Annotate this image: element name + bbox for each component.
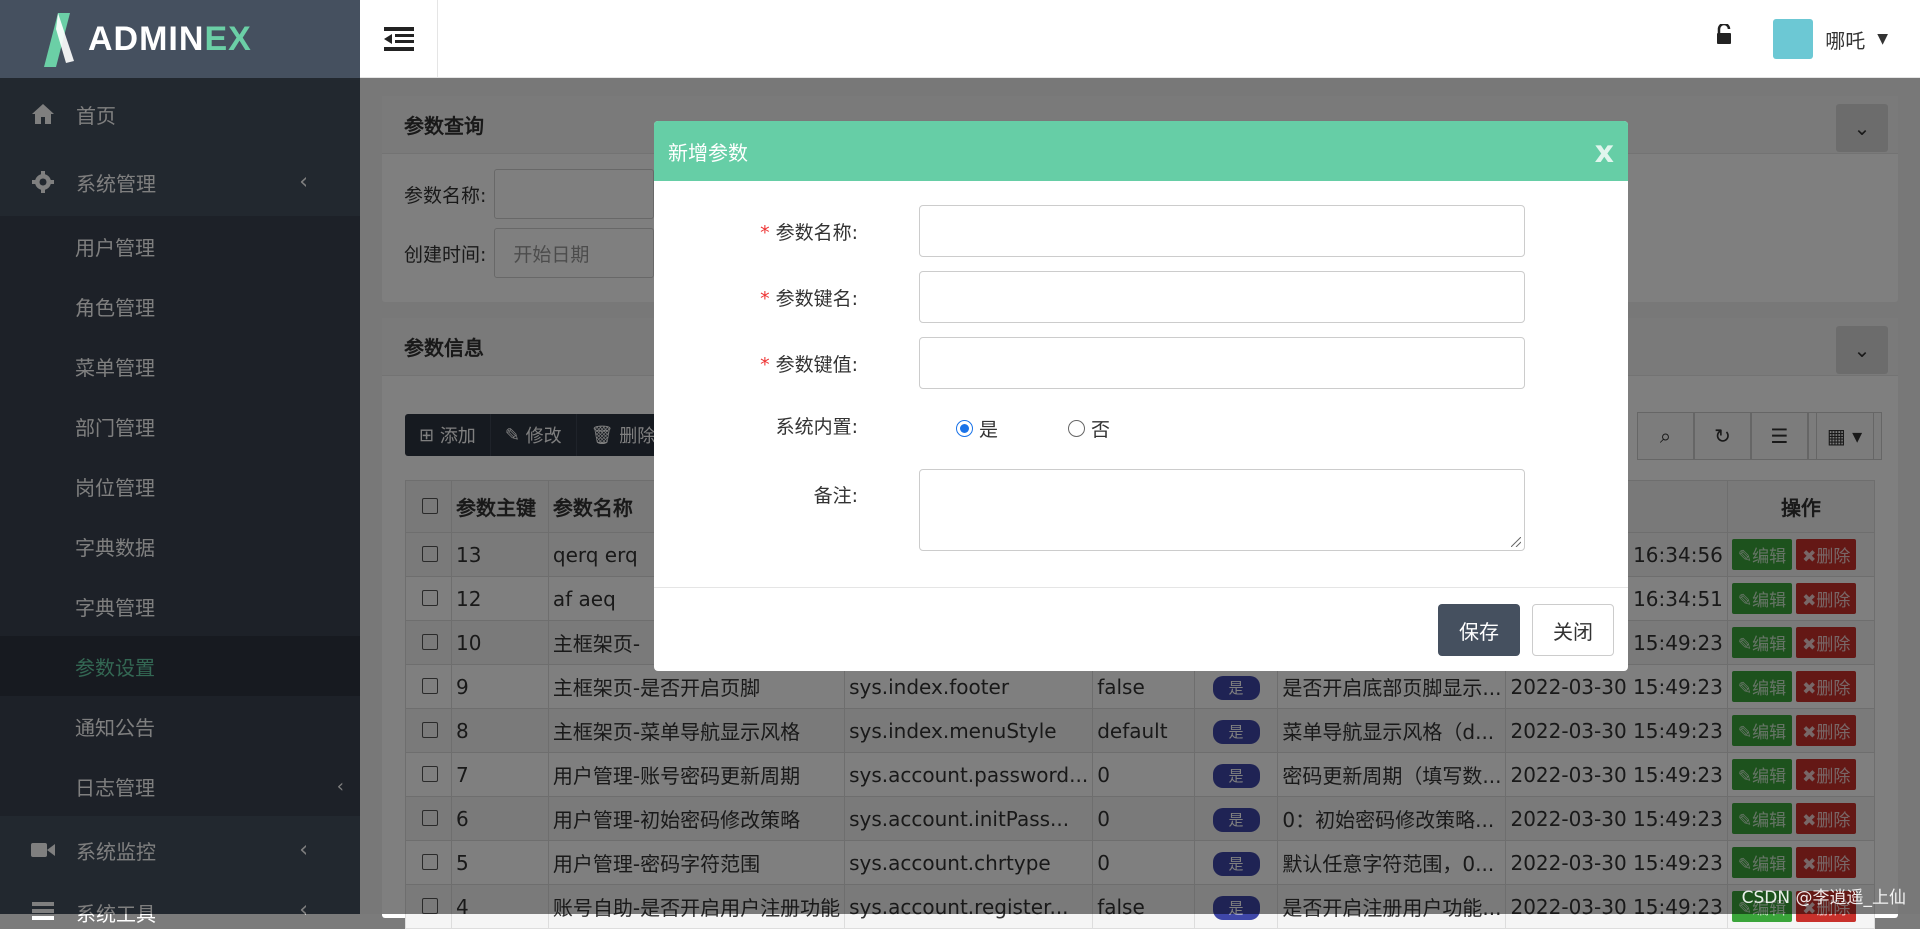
brand-text-accent: EX: [204, 20, 251, 59]
add-config-dialog: 新增参数 x * 参数名称: * 参数键名: * 参数键值: 系统内置: 是 否 备注…: [654, 121, 1628, 671]
field-label-value-text: 参数键值:: [776, 354, 858, 376]
form-row-name: * 参数名称:: [654, 205, 1628, 257]
close-button[interactable]: 关闭: [1532, 604, 1614, 656]
dialog-footer: 保存 关闭: [654, 587, 1628, 671]
form-row-builtin: 系统内置: 是 否: [654, 403, 1628, 447]
config-value-input[interactable]: [919, 337, 1525, 389]
unlock-icon: [1716, 24, 1732, 44]
radio-no-label: 否: [1091, 415, 1110, 442]
logo-icon: [30, 9, 82, 69]
user-menu[interactable]: 哪吒 ▼: [1773, 19, 1888, 59]
remark-textarea[interactable]: [919, 469, 1525, 551]
field-label-name: * 参数名称:: [654, 218, 864, 245]
field-label-builtin: 系统内置:: [654, 412, 864, 439]
sidebar-toggle-button[interactable]: [360, 0, 438, 78]
resize-handle-icon[interactable]: [1511, 537, 1521, 547]
form-row-remark: 备注:: [654, 469, 1628, 551]
required-mark: *: [760, 222, 770, 244]
dialog-title: 新增参数: [668, 137, 748, 166]
field-label-key: * 参数键名:: [654, 284, 864, 311]
radio-yes-label: 是: [979, 415, 998, 442]
radio-yes-dot[interactable]: [956, 420, 973, 437]
field-label-value: * 参数键值:: [654, 350, 864, 377]
required-mark: *: [760, 354, 770, 376]
radio-yes[interactable]: 是: [956, 415, 998, 442]
user-name: 哪吒: [1825, 25, 1865, 54]
radio-no[interactable]: 否: [1068, 415, 1110, 442]
top-bar: 哪吒 ▼: [360, 0, 1920, 78]
close-icon[interactable]: x: [1595, 135, 1614, 170]
required-mark: *: [760, 288, 770, 310]
config-name-input[interactable]: [919, 205, 1525, 257]
brand-logo[interactable]: ADMINEX: [0, 0, 360, 78]
form-row-key: * 参数键名:: [654, 271, 1628, 323]
field-label-remark: 备注:: [654, 469, 864, 508]
dialog-header: 新增参数 x: [654, 121, 1628, 181]
lock-screen-button[interactable]: [1716, 24, 1732, 49]
config-key-input[interactable]: [919, 271, 1525, 323]
builtin-radio-group: 是 否: [956, 415, 1110, 442]
brand-text: ADMIN: [88, 20, 204, 59]
field-label-name-text: 参数名称:: [776, 222, 858, 244]
radio-no-dot[interactable]: [1068, 420, 1085, 437]
save-button[interactable]: 保存: [1438, 604, 1520, 656]
indent-icon: [384, 27, 414, 51]
form-row-value: * 参数键值:: [654, 337, 1628, 389]
field-label-key-text: 参数键名:: [776, 288, 858, 310]
watermark: CSDN @李逍遥_上仙: [1742, 883, 1906, 908]
caret-down-icon: ▼: [1877, 31, 1888, 47]
avatar: [1773, 19, 1813, 59]
